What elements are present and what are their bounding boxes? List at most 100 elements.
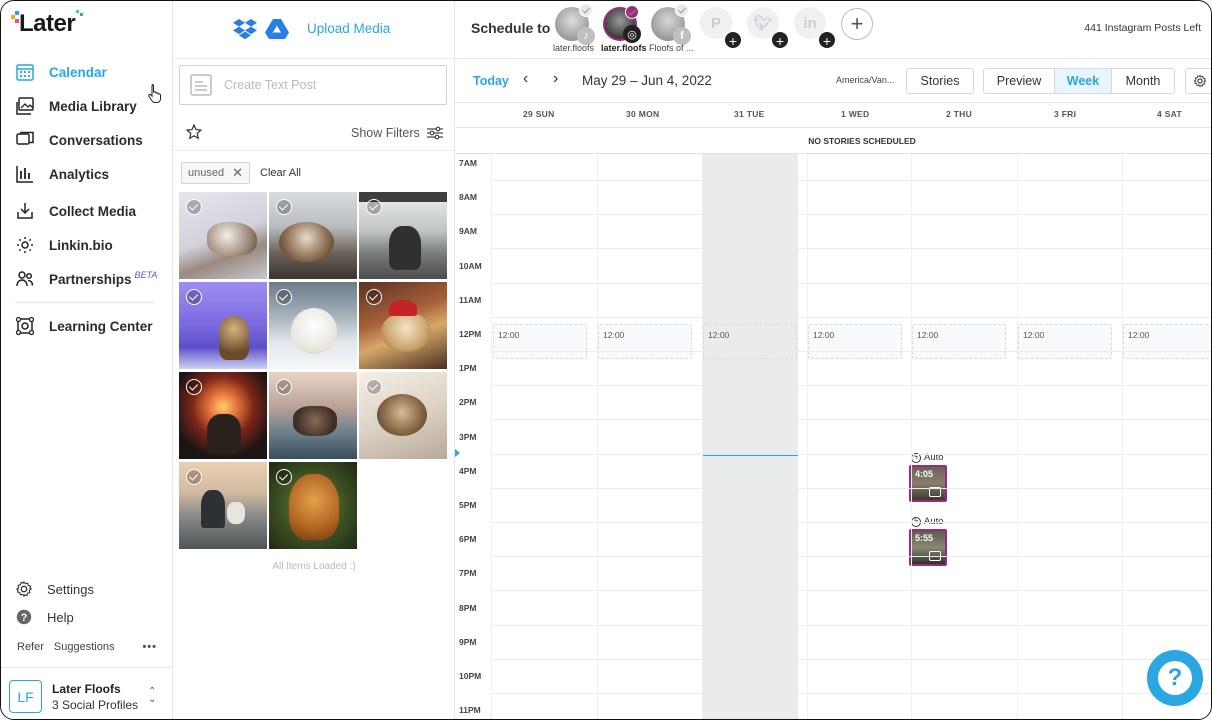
media-thumb-man-dog-mountain[interactable] xyxy=(179,462,267,549)
scheduled-post[interactable]: 4:05 xyxy=(909,465,947,502)
time-slot[interactable]: 12:00 xyxy=(598,324,692,359)
nav-label: Analytics xyxy=(49,166,110,182)
preview-button[interactable]: Preview xyxy=(983,68,1055,94)
hour-label: 3PM xyxy=(459,431,477,442)
schedule-bar: Schedule to ♪ later.floofs ◎ later.floof… xyxy=(455,1,1211,59)
time-slot[interactable]: 12:00 xyxy=(808,324,902,359)
gear-icon xyxy=(1193,74,1207,88)
media-thumb-golden-dog-forest[interactable] xyxy=(269,462,357,549)
settings-link[interactable]: Settings xyxy=(15,579,94,599)
account-facebook[interactable]: f xyxy=(651,3,691,45)
create-text-post[interactable]: Create Text Post xyxy=(179,65,447,105)
today-button[interactable]: Today xyxy=(473,74,509,88)
check-icon xyxy=(579,3,593,17)
help-chat-button[interactable]: ? xyxy=(1147,650,1203,706)
profile-switcher[interactable]: LF Later Floofs 3 Social Profiles ⌃ ⌄ xyxy=(1,667,173,719)
link-icon xyxy=(17,237,33,253)
stories-button[interactable]: Stories xyxy=(906,68,974,94)
hour-gridline xyxy=(491,693,1211,694)
active-filters: unused ✕ Clear All xyxy=(181,162,301,184)
select-checkbox[interactable] xyxy=(276,379,292,395)
time-slot[interactable]: 12:00 xyxy=(912,324,1006,359)
refer-link[interactable]: Refer xyxy=(17,641,44,653)
nav-linkin-bio[interactable]: Linkin.bio xyxy=(15,234,113,256)
posts-left: 441 Instagram Posts Left xyxy=(1084,22,1201,34)
more-options-icon[interactable]: ••• xyxy=(142,641,157,653)
media-thumb-dogs-lights[interactable] xyxy=(179,372,267,459)
select-checkbox[interactable] xyxy=(186,289,202,305)
time-slot[interactable]: 12:00 xyxy=(703,324,797,359)
upload-media-button[interactable]: Upload Media xyxy=(307,21,390,36)
dropbox-icon[interactable] xyxy=(233,18,257,40)
media-thumb-dog-santa-hat[interactable] xyxy=(359,282,447,369)
media-thumb-cat-snowy-window[interactable] xyxy=(359,192,447,279)
calendar-settings-button[interactable] xyxy=(1185,68,1211,94)
suggestions-link[interactable]: Suggestions xyxy=(54,641,115,653)
time-slot[interactable]: 12:00 xyxy=(1018,324,1112,359)
filter-row: Show Filters xyxy=(173,117,455,151)
hour-gridline xyxy=(491,658,1211,660)
day-column-divider xyxy=(491,154,492,719)
logo-mark xyxy=(11,11,21,23)
nav-collect-media[interactable]: Collect Media xyxy=(15,200,136,222)
select-checkbox[interactable] xyxy=(276,289,292,305)
google-drive-icon[interactable] xyxy=(265,19,289,39)
media-panel: Upload Media Create Text Post Show Filte… xyxy=(173,1,455,719)
clear-all-button[interactable]: Clear All xyxy=(260,167,301,179)
logo-text: Later xyxy=(19,10,76,37)
select-checkbox[interactable] xyxy=(276,469,292,485)
select-checkbox[interactable] xyxy=(366,379,382,395)
close-icon[interactable]: ✕ xyxy=(232,165,243,181)
add-twitter[interactable]: 🐦︎ + xyxy=(747,7,789,49)
hour-gridline xyxy=(491,624,1211,626)
media-thumb-cat-window[interactable] xyxy=(269,192,357,279)
plus-icon: + xyxy=(818,31,836,49)
hour-gridline xyxy=(491,316,1211,318)
hand-cursor-icon xyxy=(148,84,161,103)
nav-media-library[interactable]: Media Library xyxy=(15,95,137,117)
select-checkbox[interactable] xyxy=(186,469,202,485)
media-thumb-woman-dog-couch[interactable] xyxy=(269,372,357,459)
select-checkbox[interactable] xyxy=(186,379,202,395)
hour-label: 10PM xyxy=(459,671,482,681)
media-thumb-cat-lying[interactable] xyxy=(179,192,267,279)
scheduled-post[interactable]: 5:55 xyxy=(909,529,947,566)
hour-label: 6PM xyxy=(459,534,477,545)
timezone[interactable]: America/Van... xyxy=(836,75,894,85)
nav-label: Calendar xyxy=(49,64,107,80)
pinterest-icon: P xyxy=(710,14,721,32)
add-account-button[interactable]: + xyxy=(841,8,873,40)
account-instagram[interactable]: ◎ xyxy=(603,5,641,43)
time-slot[interactable]: 12:00 xyxy=(493,324,587,359)
add-linkedin[interactable]: in + xyxy=(794,7,836,49)
media-thumb-pug-blanket[interactable] xyxy=(359,372,447,459)
hour-label: 5PM xyxy=(459,500,477,510)
media-thumb-dog-purple-night[interactable] xyxy=(179,282,267,369)
media-thumb-samoyed-snow[interactable] xyxy=(269,282,357,369)
time-slot[interactable]: 12:00 xyxy=(1123,324,1211,359)
week-view-button[interactable]: Week xyxy=(1054,68,1112,94)
select-checkbox[interactable] xyxy=(186,199,202,215)
account-name: Floofs of ... xyxy=(649,43,694,53)
select-checkbox[interactable] xyxy=(366,289,382,305)
nav-conversations[interactable]: Conversations xyxy=(15,129,143,151)
account-tiktok[interactable]: ♪ xyxy=(555,3,595,45)
nav-learning-center[interactable]: Learning Center xyxy=(15,315,153,337)
add-pinterest[interactable]: P + xyxy=(700,7,742,49)
help-link[interactable]: ? Help xyxy=(15,607,74,627)
later-logo[interactable]: Later xyxy=(11,9,86,39)
month-view-button[interactable]: Month xyxy=(1111,68,1175,94)
hour-gridline xyxy=(491,419,1211,421)
show-filters-button[interactable]: Show Filters xyxy=(351,126,420,140)
hour-label: 7AM xyxy=(459,158,477,168)
hour-label: 2PM xyxy=(459,397,477,408)
nav-analytics[interactable]: Analytics xyxy=(15,163,109,185)
select-checkbox[interactable] xyxy=(366,199,382,215)
next-week-button[interactable]: › xyxy=(553,70,558,88)
star-icon[interactable] xyxy=(186,124,202,140)
sliders-icon[interactable] xyxy=(427,126,443,140)
select-checkbox[interactable] xyxy=(276,199,292,215)
nav-partnerships[interactable]: Partnerships BETA xyxy=(15,268,157,290)
prev-week-button[interactable]: ‹ xyxy=(523,70,528,88)
nav-calendar[interactable]: Calendar xyxy=(15,61,107,83)
